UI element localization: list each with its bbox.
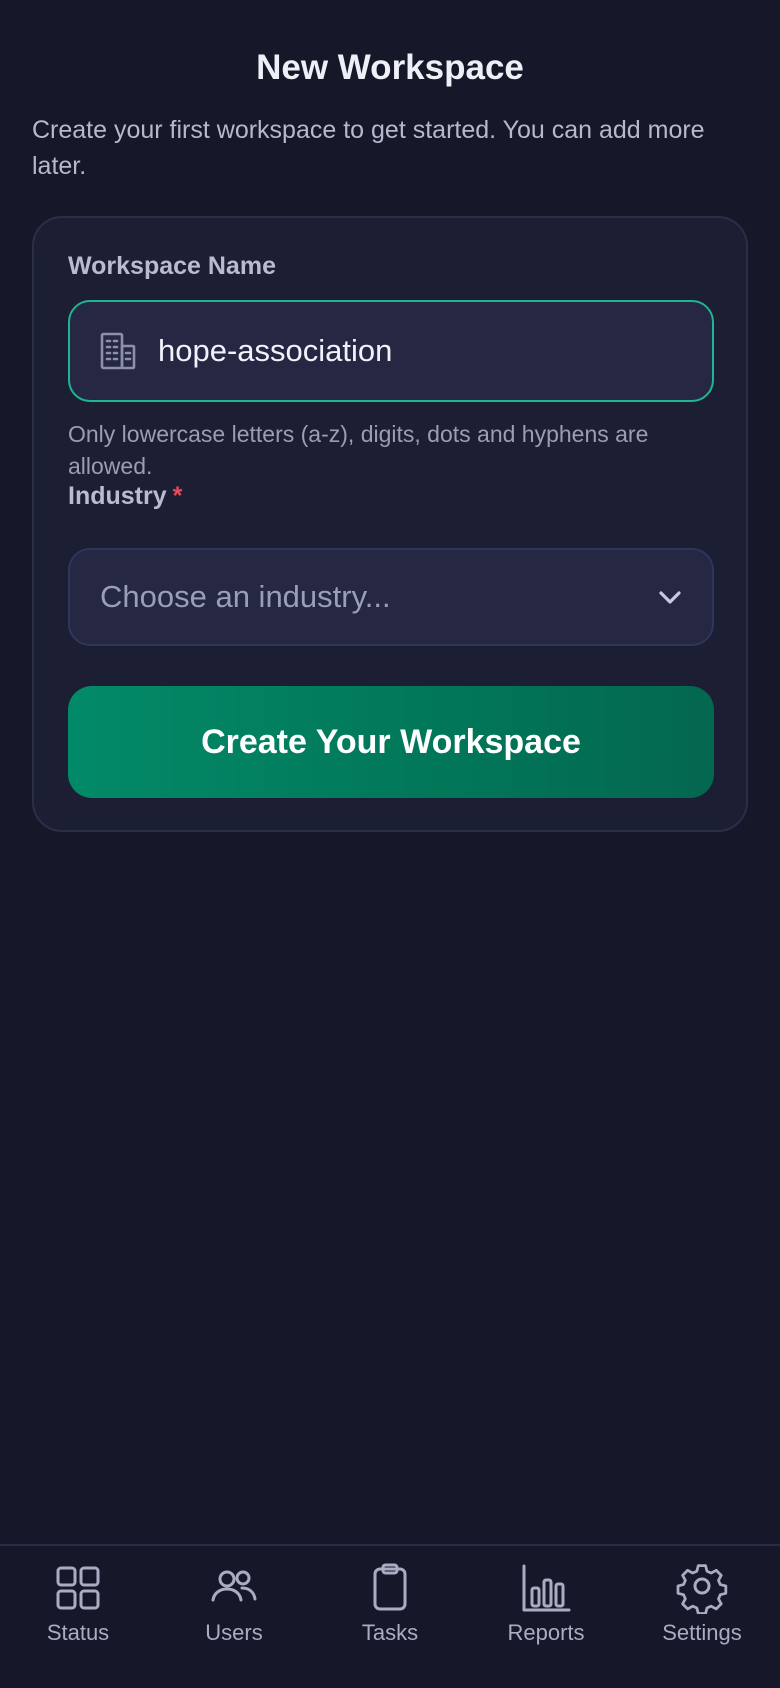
tab-users[interactable]: Users <box>156 1546 312 1688</box>
workspace-name-value: hope-association <box>158 333 393 368</box>
industry-label-text: Industry <box>68 482 167 510</box>
grid-icon <box>52 1562 104 1614</box>
workspace-name-input[interactable]: hope-association <box>68 300 714 402</box>
tab-settings-label: Settings <box>662 1620 742 1645</box>
clipboard-icon <box>364 1562 416 1614</box>
page-title: New Workspace <box>256 48 524 87</box>
industry-placeholder: Choose an industry... <box>100 579 391 614</box>
users-icon <box>208 1562 260 1614</box>
tab-reports[interactable]: Reports <box>468 1546 624 1688</box>
workspace-form-card: Workspace Name hope-association Only low… <box>32 216 748 832</box>
tab-settings[interactable]: Settings <box>624 1546 780 1688</box>
gear-icon <box>676 1562 728 1614</box>
tab-status-label: Status <box>46 1620 110 1645</box>
create-workspace-button[interactable]: Create Your Workspace <box>68 686 714 798</box>
bar-chart-icon <box>520 1562 572 1614</box>
industry-select[interactable]: Choose an industry... <box>68 548 714 646</box>
tab-status[interactable]: Status <box>0 1546 156 1688</box>
chevron-down-icon <box>656 583 684 611</box>
tab-tasks[interactable]: Tasks <box>312 1546 468 1688</box>
industry-label: Industry * <box>68 482 182 511</box>
tab-users-label: Users <box>205 1620 263 1645</box>
required-asterisk: * <box>172 482 183 510</box>
bottom-tab-bar: Status Users Tasks Reports Settings <box>0 1544 780 1688</box>
tab-reports-label: Reports <box>507 1620 585 1645</box>
building-icon <box>100 331 136 371</box>
workspace-name-label: Workspace Name <box>68 252 276 280</box>
workspace-name-help: Only lowercase letters (a-z), digits, do… <box>68 421 649 479</box>
new-workspace-screen: New Workspace Create your first workspac… <box>0 0 780 1688</box>
tab-tasks-label: Tasks <box>361 1620 419 1645</box>
page-subtitle: Create your first workspace to get start… <box>32 116 705 180</box>
